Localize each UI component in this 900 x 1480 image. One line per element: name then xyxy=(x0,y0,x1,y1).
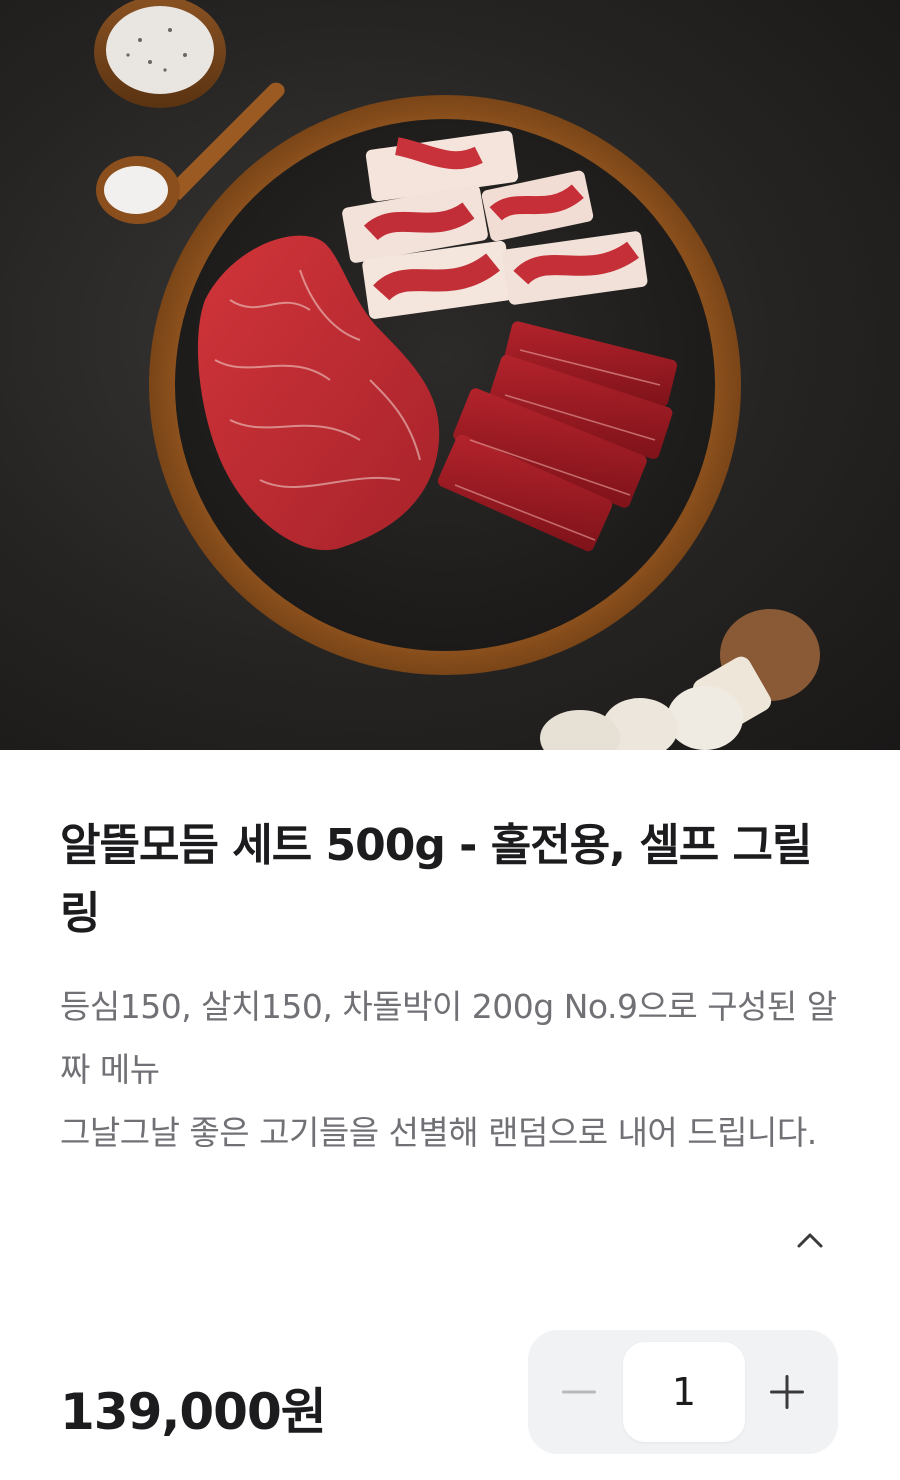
product-detail-page: 알뜰모듬 세트 500g - 홀전용, 셀프 그릴링 등심150, 살치150,… xyxy=(0,0,900,1480)
quantity-value[interactable]: 1 xyxy=(623,1342,745,1442)
decrease-quantity-button[interactable] xyxy=(534,1342,624,1442)
meat-platter-illustration xyxy=(94,0,820,750)
chevron-up-icon xyxy=(797,1233,823,1248)
product-price: 139,000원 xyxy=(60,1383,327,1441)
minus-icon xyxy=(562,1390,596,1394)
product-image xyxy=(0,0,900,750)
plus-icon xyxy=(770,1375,804,1409)
product-description: 등심150, 살치150, 차돌박이 200g No.9으로 구성된 알짜 메뉴… xyxy=(60,987,837,1152)
collapse-description-button[interactable] xyxy=(790,1220,830,1260)
quantity-stepper: 1 xyxy=(528,1330,838,1454)
increase-quantity-button[interactable] xyxy=(742,1342,832,1442)
product-title: 알뜰모듬 세트 500g - 홀전용, 셀프 그릴링 xyxy=(60,820,812,939)
